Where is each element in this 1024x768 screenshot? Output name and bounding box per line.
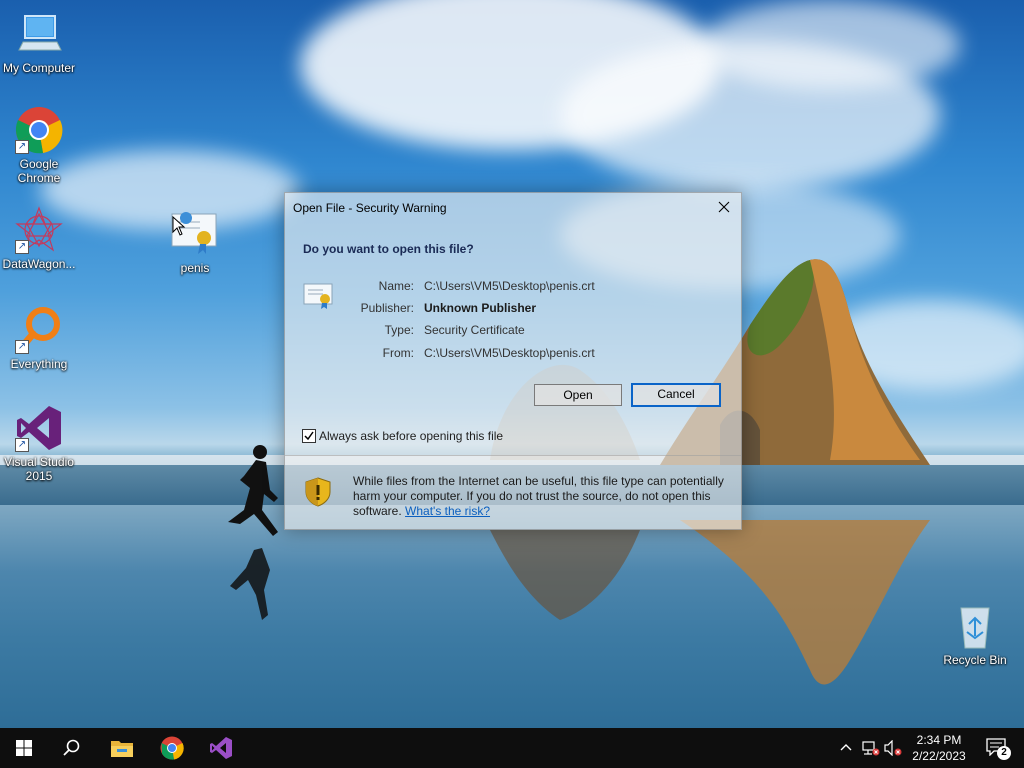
desktop-icon-my-computer[interactable]: My Computer: [0, 10, 78, 75]
file-explorer-icon: [111, 741, 133, 757]
publisher-value: Unknown Publisher: [424, 301, 537, 315]
dialog-titlebar[interactable]: Open File - Security Warning: [285, 193, 741, 221]
notification-count-badge: 2: [997, 746, 1011, 760]
chrome-icon: [160, 736, 184, 760]
desktop-icon-label: Visual Studio 2015: [4, 455, 74, 483]
desktop-icon-penis-crt[interactable]: penis: [156, 210, 234, 275]
search-button[interactable]: [48, 728, 96, 768]
desktop-icon-visual-studio[interactable]: ↗ Visual Studio 2015: [0, 404, 78, 483]
rock-reflection: [680, 520, 930, 685]
shortcut-arrow-icon: ↗: [15, 240, 29, 254]
clock-time: 2:34 PM: [916, 733, 962, 747]
security-warning-dialog: Open File - Security Warning Do you want…: [284, 192, 742, 530]
always-ask-label: Always ask before opening this file: [319, 429, 504, 443]
desktop-icon-label: penis: [180, 261, 210, 275]
computer-icon: [18, 15, 62, 51]
type-label: Type:: [384, 323, 414, 337]
close-button[interactable]: [707, 193, 741, 221]
start-button[interactable]: [0, 728, 48, 768]
security-shield-icon: [305, 477, 331, 507]
desktop-icon-everything[interactable]: ↗ Everything: [0, 306, 78, 371]
desktop-icon-label: DataWagon...: [2, 257, 76, 271]
taskbar-clock[interactable]: 2:34 PM 2/22/2023: [902, 732, 976, 764]
whats-the-risk-link[interactable]: What's the risk?: [405, 504, 490, 518]
dialog-divider: [285, 455, 741, 456]
volume-muted-icon: [884, 739, 902, 757]
network-disconnected-icon: [862, 741, 880, 756]
desktop-icon-label: My Computer: [2, 61, 76, 75]
recycle-bin-icon: [960, 607, 990, 649]
taskbar-visual-studio[interactable]: [197, 728, 245, 768]
from-value: C:\Users\VM5\Desktop\penis.crt: [424, 346, 595, 360]
cancel-button[interactable]: Cancel: [631, 383, 721, 407]
name-value: C:\Users\VM5\Desktop\penis.crt: [424, 279, 595, 293]
search-icon: [63, 739, 80, 756]
open-button[interactable]: Open: [534, 384, 622, 406]
show-hidden-icons-button[interactable]: [838, 740, 854, 756]
runner-silhouette: [228, 445, 278, 620]
type-value: Security Certificate: [424, 323, 525, 337]
always-ask-checkbox[interactable]: [302, 429, 316, 443]
warning-message: While files from the Internet can be use…: [353, 474, 729, 519]
desktop-icon-label: Google Chrome: [17, 157, 61, 185]
clock-date: 2/22/2023: [912, 749, 966, 763]
chevron-up-icon: [840, 744, 852, 751]
volume-button[interactable]: [884, 739, 902, 757]
taskbar-chrome[interactable]: [148, 728, 196, 768]
mouse-cursor-icon: [172, 216, 186, 236]
taskbar: 2:34 PM 2/22/2023 2: [0, 728, 1024, 768]
visual-studio-icon: [210, 737, 232, 759]
shortcut-arrow-icon: ↗: [15, 340, 29, 354]
shortcut-arrow-icon: ↗: [15, 140, 29, 154]
from-label: From:: [382, 346, 414, 360]
desktop-icon-label: Everything: [10, 357, 68, 371]
taskbar-file-explorer[interactable]: [98, 728, 146, 768]
dialog-title: Open File - Security Warning: [293, 201, 447, 215]
name-label: Name:: [378, 279, 414, 293]
dialog-question: Do you want to open this file?: [303, 242, 474, 256]
start-icon: [16, 740, 32, 756]
desktop-icon-recycle-bin[interactable]: Recycle Bin: [936, 602, 1014, 667]
action-center-button[interactable]: 2: [980, 728, 1016, 768]
close-icon: [718, 201, 730, 213]
desktop-icon-label: Recycle Bin: [943, 653, 1007, 667]
shortcut-arrow-icon: ↗: [15, 438, 29, 452]
desktop-icon-google-chrome[interactable]: ↗ Google Chrome: [0, 106, 78, 185]
publisher-label: Publisher:: [360, 301, 414, 315]
desktop-icon-datawagon[interactable]: ↗ DataWagon...: [0, 206, 78, 271]
checkmark-icon: [304, 431, 314, 441]
network-button[interactable]: [862, 740, 880, 756]
